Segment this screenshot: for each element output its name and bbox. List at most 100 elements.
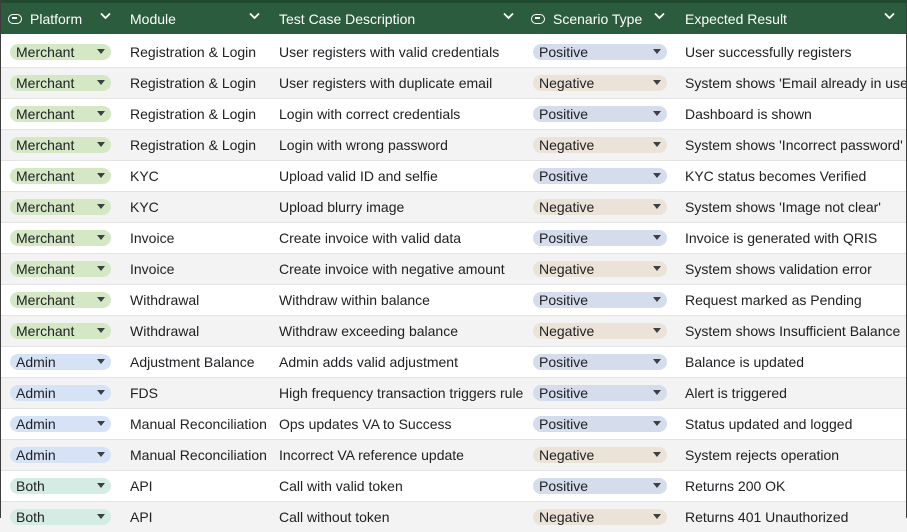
scenario-type-dropdown-chip[interactable]: Negative <box>533 199 667 215</box>
description-cell[interactable]: Ops updates VA to Success <box>279 409 529 439</box>
column-header-expected-result[interactable]: Expected Result <box>685 3 905 34</box>
module-cell[interactable]: Withdrawal <box>130 285 270 315</box>
dropdown-arrow-icon <box>653 235 661 240</box>
dropdown-arrow-icon <box>653 421 661 426</box>
expected-result-cell[interactable]: Returns 401 Unauthorized <box>685 502 907 532</box>
module-cell[interactable]: API <box>130 471 270 501</box>
module-cell[interactable]: Withdrawal <box>130 316 270 346</box>
module-cell[interactable]: KYC <box>130 161 270 191</box>
description-cell[interactable]: Upload blurry image <box>279 192 529 222</box>
module-cell[interactable]: Registration & Login <box>130 99 270 129</box>
description-cell[interactable]: Admin adds valid adjustment <box>279 347 529 377</box>
platform-dropdown-chip[interactable]: Merchant <box>10 137 111 153</box>
scenario-type-dropdown-chip[interactable]: Positive <box>533 230 667 246</box>
scenario-type-dropdown-chip[interactable]: Negative <box>533 75 667 91</box>
chevron-down-icon[interactable] <box>503 12 514 20</box>
table-row: Merchant Withdrawal Withdraw exceeding bal… <box>0 315 907 346</box>
platform-dropdown-chip[interactable]: Merchant <box>10 199 111 215</box>
expected-result-cell[interactable]: Status updated and logged <box>685 409 907 439</box>
expected-result-cell[interactable]: Alert is triggered <box>685 378 907 408</box>
scenario-type-dropdown-chip[interactable]: Positive <box>533 168 667 184</box>
expected-result-cell[interactable]: User successfully registers <box>685 37 907 67</box>
expected-result-cell[interactable]: System shows 'Email already in use' <box>685 68 907 98</box>
column-header-platform[interactable]: Platform <box>8 3 121 34</box>
expected-result-cell[interactable]: Request marked as Pending <box>685 285 907 315</box>
description-cell[interactable]: User registers with valid credentials <box>279 37 529 67</box>
platform-dropdown-chip[interactable]: Both <box>10 478 111 494</box>
description-cell[interactable]: Login with wrong password <box>279 130 529 160</box>
column-header-module[interactable]: Module <box>130 3 270 34</box>
platform-dropdown-chip[interactable]: Merchant <box>10 168 111 184</box>
scenario-type-dropdown-chip[interactable]: Positive <box>533 385 667 401</box>
platform-dropdown-chip[interactable]: Merchant <box>10 75 111 91</box>
chevron-down-icon[interactable] <box>654 12 665 20</box>
expected-result-cell[interactable]: System rejects operation <box>685 440 907 470</box>
expected-result-cell[interactable]: Dashboard is shown <box>685 99 907 129</box>
platform-dropdown-chip[interactable]: Merchant <box>10 44 111 60</box>
module-cell[interactable]: Registration & Login <box>130 37 270 67</box>
module-cell[interactable]: FDS <box>130 378 270 408</box>
expected-result-cell[interactable]: Balance is updated <box>685 347 907 377</box>
expected-result-cell[interactable]: KYC status becomes Verified <box>685 161 907 191</box>
description-cell[interactable]: Create invoice with negative amount <box>279 254 529 284</box>
scenario-type-dropdown-chip[interactable]: Positive <box>533 292 667 308</box>
platform-dropdown-chip[interactable]: Merchant <box>10 106 111 122</box>
dropdown-arrow-icon <box>97 359 105 364</box>
scenario-type-dropdown-chip[interactable]: Negative <box>533 137 667 153</box>
platform-dropdown-chip[interactable]: Both <box>10 509 111 525</box>
platform-dropdown-chip[interactable]: Merchant <box>10 230 111 246</box>
scenario-type-dropdown-chip[interactable]: Positive <box>533 416 667 432</box>
expected-result-cell[interactable]: System shows 'Incorrect password' <box>685 130 907 160</box>
description-cell[interactable]: Call without token <box>279 502 529 532</box>
module-cell[interactable]: Registration & Login <box>130 68 270 98</box>
scenario-type-dropdown-chip[interactable]: Negative <box>533 261 667 277</box>
platform-dropdown-chip[interactable]: Admin <box>10 354 111 370</box>
module-cell[interactable]: Manual Reconciliation <box>130 409 270 439</box>
description-cell[interactable]: Login with correct credentials <box>279 99 529 129</box>
description-cell[interactable]: Withdraw within balance <box>279 285 529 315</box>
dropdown-column-icon <box>8 13 22 24</box>
chevron-down-icon[interactable] <box>100 12 111 20</box>
module-cell[interactable]: Registration & Login <box>130 130 270 160</box>
description-cell[interactable]: Call with valid token <box>279 471 529 501</box>
module-cell[interactable]: Invoice <box>130 223 270 253</box>
description-cell[interactable]: Incorrect VA reference update <box>279 440 529 470</box>
scenario-type-dropdown-chip[interactable]: Negative <box>533 509 667 525</box>
platform-dropdown-chip[interactable]: Admin <box>10 447 111 463</box>
module-cell[interactable]: API <box>130 502 270 532</box>
description-cell[interactable]: High frequency transaction triggers rule <box>279 378 529 408</box>
platform-dropdown-chip[interactable]: Admin <box>10 385 111 401</box>
dropdown-arrow-icon <box>653 452 661 457</box>
dropdown-column-icon <box>531 13 545 24</box>
scenario-type-dropdown-chip[interactable]: Positive <box>533 44 667 60</box>
platform-dropdown-chip[interactable]: Merchant <box>10 323 111 339</box>
scenario-type-dropdown-chip[interactable]: Negative <box>533 323 667 339</box>
dropdown-arrow-icon <box>97 297 105 302</box>
description-cell[interactable]: Upload valid ID and selfie <box>279 161 529 191</box>
chevron-down-icon[interactable] <box>249 12 260 20</box>
expected-result-cell[interactable]: Returns 200 OK <box>685 471 907 501</box>
scenario-type-dropdown-chip[interactable]: Positive <box>533 106 667 122</box>
column-header-scenario-type[interactable]: Scenario Type <box>531 3 675 34</box>
expected-result-cell[interactable]: System shows 'Image not clear' <box>685 192 907 222</box>
description-cell[interactable]: User registers with duplicate email <box>279 68 529 98</box>
dropdown-arrow-icon <box>97 421 105 426</box>
scenario-type-dropdown-chip-label: Positive <box>539 168 589 184</box>
platform-dropdown-chip[interactable]: Merchant <box>10 261 111 277</box>
platform-dropdown-chip[interactable]: Admin <box>10 416 111 432</box>
module-cell[interactable]: Manual Reconciliation <box>130 440 270 470</box>
expected-result-cell[interactable]: System shows Insufficient Balance <box>685 316 907 346</box>
chevron-down-icon[interactable] <box>884 12 895 20</box>
description-cell[interactable]: Create invoice with valid data <box>279 223 529 253</box>
module-cell[interactable]: Adjustment Balance <box>130 347 270 377</box>
scenario-type-dropdown-chip[interactable]: Negative <box>533 447 667 463</box>
module-cell[interactable]: Invoice <box>130 254 270 284</box>
column-header-description[interactable]: Test Case Description <box>279 3 524 34</box>
description-cell[interactable]: Withdraw exceeding balance <box>279 316 529 346</box>
platform-dropdown-chip[interactable]: Merchant <box>10 292 111 308</box>
scenario-type-dropdown-chip[interactable]: Positive <box>533 478 667 494</box>
scenario-type-dropdown-chip[interactable]: Positive <box>533 354 667 370</box>
expected-result-cell[interactable]: System shows validation error <box>685 254 907 284</box>
module-cell[interactable]: KYC <box>130 192 270 222</box>
expected-result-cell[interactable]: Invoice is generated with QRIS <box>685 223 907 253</box>
